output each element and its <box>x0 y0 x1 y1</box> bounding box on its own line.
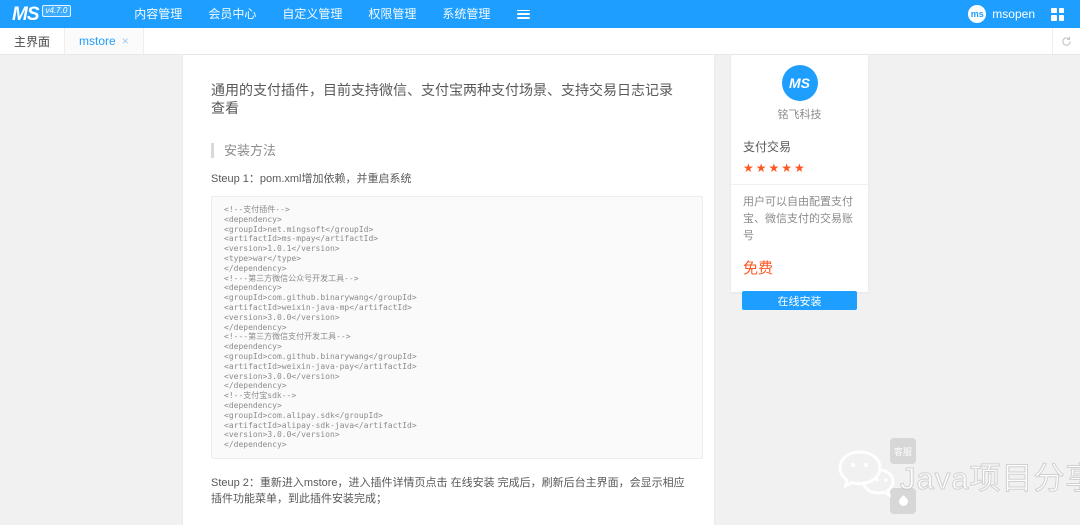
app-logo[interactable]: MS v4.7.0 <box>12 5 71 24</box>
tab-mstore-label: mstore <box>79 34 116 48</box>
top-navbar: MS v4.7.0 内容管理 会员中心 自定义管理 权限管理 系统管理 ms m… <box>0 0 1080 28</box>
customer-service-label: 客服 <box>894 445 912 458</box>
watermark-text: Java项目分享 <box>900 453 1080 498</box>
plugin-detail-panel: 通用的支付插件，目前支持微信、支付宝两种支付场景、支持交易日志记录查看 安装方法… <box>183 55 714 525</box>
nav-item-member[interactable]: 会员中心 <box>195 0 269 28</box>
theme-drop-button[interactable] <box>890 488 916 514</box>
droplet-icon <box>897 495 910 508</box>
version-badge: v4.7.0 <box>42 5 72 17</box>
hamburger-menu-icon[interactable] <box>517 10 530 19</box>
watermark: Java项目分享 <box>836 448 1080 502</box>
plugin-summary-title: 通用的支付插件，目前支持微信、支付宝两种支付场景、支持交易日志记录查看 <box>211 82 686 117</box>
user-avatar: ms <box>968 5 986 23</box>
nav-item-system[interactable]: 系统管理 <box>429 0 503 28</box>
install-step2: Steup 2：重新进入mstore，进入插件详情页点击 在线安装 完成后，刷新… <box>211 474 686 506</box>
plugin-info-card: MS 铭飞科技 支付交易 ★★★★★ 用户可以自由配置支付宝、微信支付的交易账号… <box>731 55 868 292</box>
section-install-method: 安装方法 <box>211 143 686 158</box>
tab-mstore[interactable]: mstore × <box>65 28 144 54</box>
wechat-icon <box>836 448 896 502</box>
nav-item-custom[interactable]: 自定义管理 <box>269 0 355 28</box>
install-step1: Steup 1：pom.xml增加依赖，并重启系统 <box>211 170 686 186</box>
logo-text: MS <box>12 5 39 24</box>
nav-item-content[interactable]: 内容管理 <box>121 0 195 28</box>
online-install-button[interactable]: 在线安装 <box>742 291 857 310</box>
tab-main-label: 主界面 <box>14 33 50 50</box>
apps-grid-icon[interactable] <box>1051 8 1064 21</box>
user-menu[interactable]: ms msopen <box>968 5 1035 23</box>
nav-item-permission[interactable]: 权限管理 <box>355 0 429 28</box>
tab-main[interactable]: 主界面 <box>0 28 65 54</box>
plugin-description: 用户可以自由配置支付宝、微信支付的交易账号 <box>731 185 868 245</box>
price-label: 免费 <box>731 257 868 278</box>
user-name: msopen <box>992 7 1035 21</box>
pom-dependency-code[interactable]: <!--支付插件--> <dependency> <groupId>net.mi… <box>211 196 703 459</box>
rating-stars: ★★★★★ <box>731 161 868 175</box>
plugin-name: 支付交易 <box>731 138 868 155</box>
vendor-name: 铭飞科技 <box>731 106 868 122</box>
tab-refresh-button[interactable] <box>1052 28 1080 54</box>
vendor-logo: MS <box>782 65 818 101</box>
customer-service-button[interactable]: 客服 <box>890 438 916 464</box>
tab-bar: 主界面 mstore × <box>0 28 1080 55</box>
refresh-icon <box>1061 36 1072 47</box>
nav-menu: 内容管理 会员中心 自定义管理 权限管理 系统管理 <box>121 0 503 28</box>
tab-close-icon[interactable]: × <box>122 35 129 47</box>
card-divider <box>731 319 868 320</box>
